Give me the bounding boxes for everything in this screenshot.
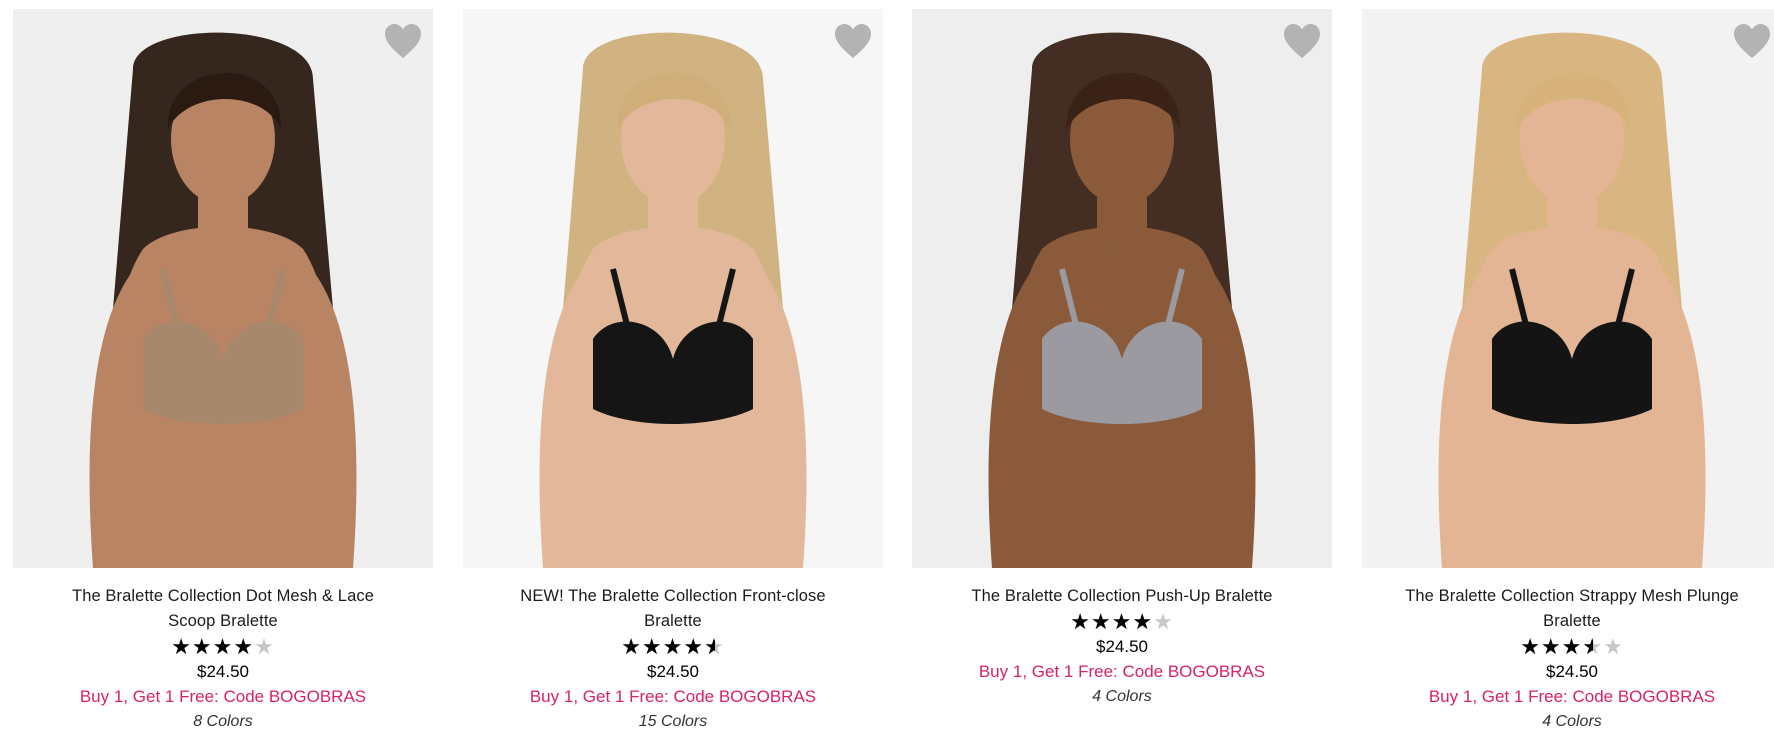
product-name[interactable]: The Bralette Collection Push-Up Bralette	[952, 584, 1292, 609]
product-name[interactable]: NEW! The Bralette Collection Front-close…	[503, 584, 843, 634]
product-name[interactable]: The Bralette Collection Dot Mesh & Lace …	[53, 584, 393, 634]
color-count[interactable]: 8 Colors	[13, 709, 433, 734]
promo-text[interactable]: Buy 1, Get 1 Free: Code BOGOBRAS	[912, 659, 1332, 684]
product-card[interactable]: The Bralette Collection Push-Up Bralette…	[912, 9, 1332, 709]
model-photo	[1362, 9, 1774, 568]
rating-fill: ★★★★★	[1520, 635, 1593, 659]
product-image[interactable]	[463, 9, 883, 568]
product-card[interactable]: The Bralette Collection Strappy Mesh Plu…	[1362, 9, 1774, 734]
model-photo	[463, 9, 883, 568]
rating-fill: ★★★★★	[621, 635, 715, 659]
heart-icon[interactable]	[383, 22, 423, 62]
star-rating: ★★★★★★★★★★	[171, 634, 275, 659]
promo-text[interactable]: Buy 1, Get 1 Free: Code BOGOBRAS	[1362, 684, 1774, 709]
product-image[interactable]	[912, 9, 1332, 568]
product-card[interactable]: The Bralette Collection Dot Mesh & Lace …	[13, 9, 433, 734]
rating-fill: ★★★★★	[171, 635, 255, 659]
star-rating: ★★★★★★★★★★	[1070, 609, 1174, 634]
star-rating: ★★★★★★★★★★	[1520, 634, 1624, 659]
product-grid: The Bralette Collection Dot Mesh & Lace …	[0, 0, 1774, 737]
heart-icon[interactable]	[1732, 22, 1772, 62]
model-photo	[912, 9, 1332, 568]
product-price: $24.50	[1546, 662, 1598, 681]
product-image[interactable]	[13, 9, 433, 568]
product-name[interactable]: The Bralette Collection Strappy Mesh Plu…	[1402, 584, 1742, 634]
promo-text[interactable]: Buy 1, Get 1 Free: Code BOGOBRAS	[13, 684, 433, 709]
model-photo	[13, 9, 433, 568]
rating-fill: ★★★★★	[1070, 610, 1154, 634]
color-count[interactable]: 15 Colors	[463, 709, 883, 734]
heart-icon[interactable]	[1282, 22, 1322, 62]
star-rating: ★★★★★★★★★★	[621, 634, 725, 659]
product-price: $24.50	[1096, 637, 1148, 656]
product-price: $24.50	[647, 662, 699, 681]
promo-text[interactable]: Buy 1, Get 1 Free: Code BOGOBRAS	[463, 684, 883, 709]
color-count[interactable]: 4 Colors	[912, 684, 1332, 709]
color-count[interactable]: 4 Colors	[1362, 709, 1774, 734]
product-image[interactable]	[1362, 9, 1774, 568]
heart-icon[interactable]	[833, 22, 873, 62]
product-card[interactable]: NEW! The Bralette Collection Front-close…	[463, 9, 883, 734]
product-price: $24.50	[197, 662, 249, 681]
